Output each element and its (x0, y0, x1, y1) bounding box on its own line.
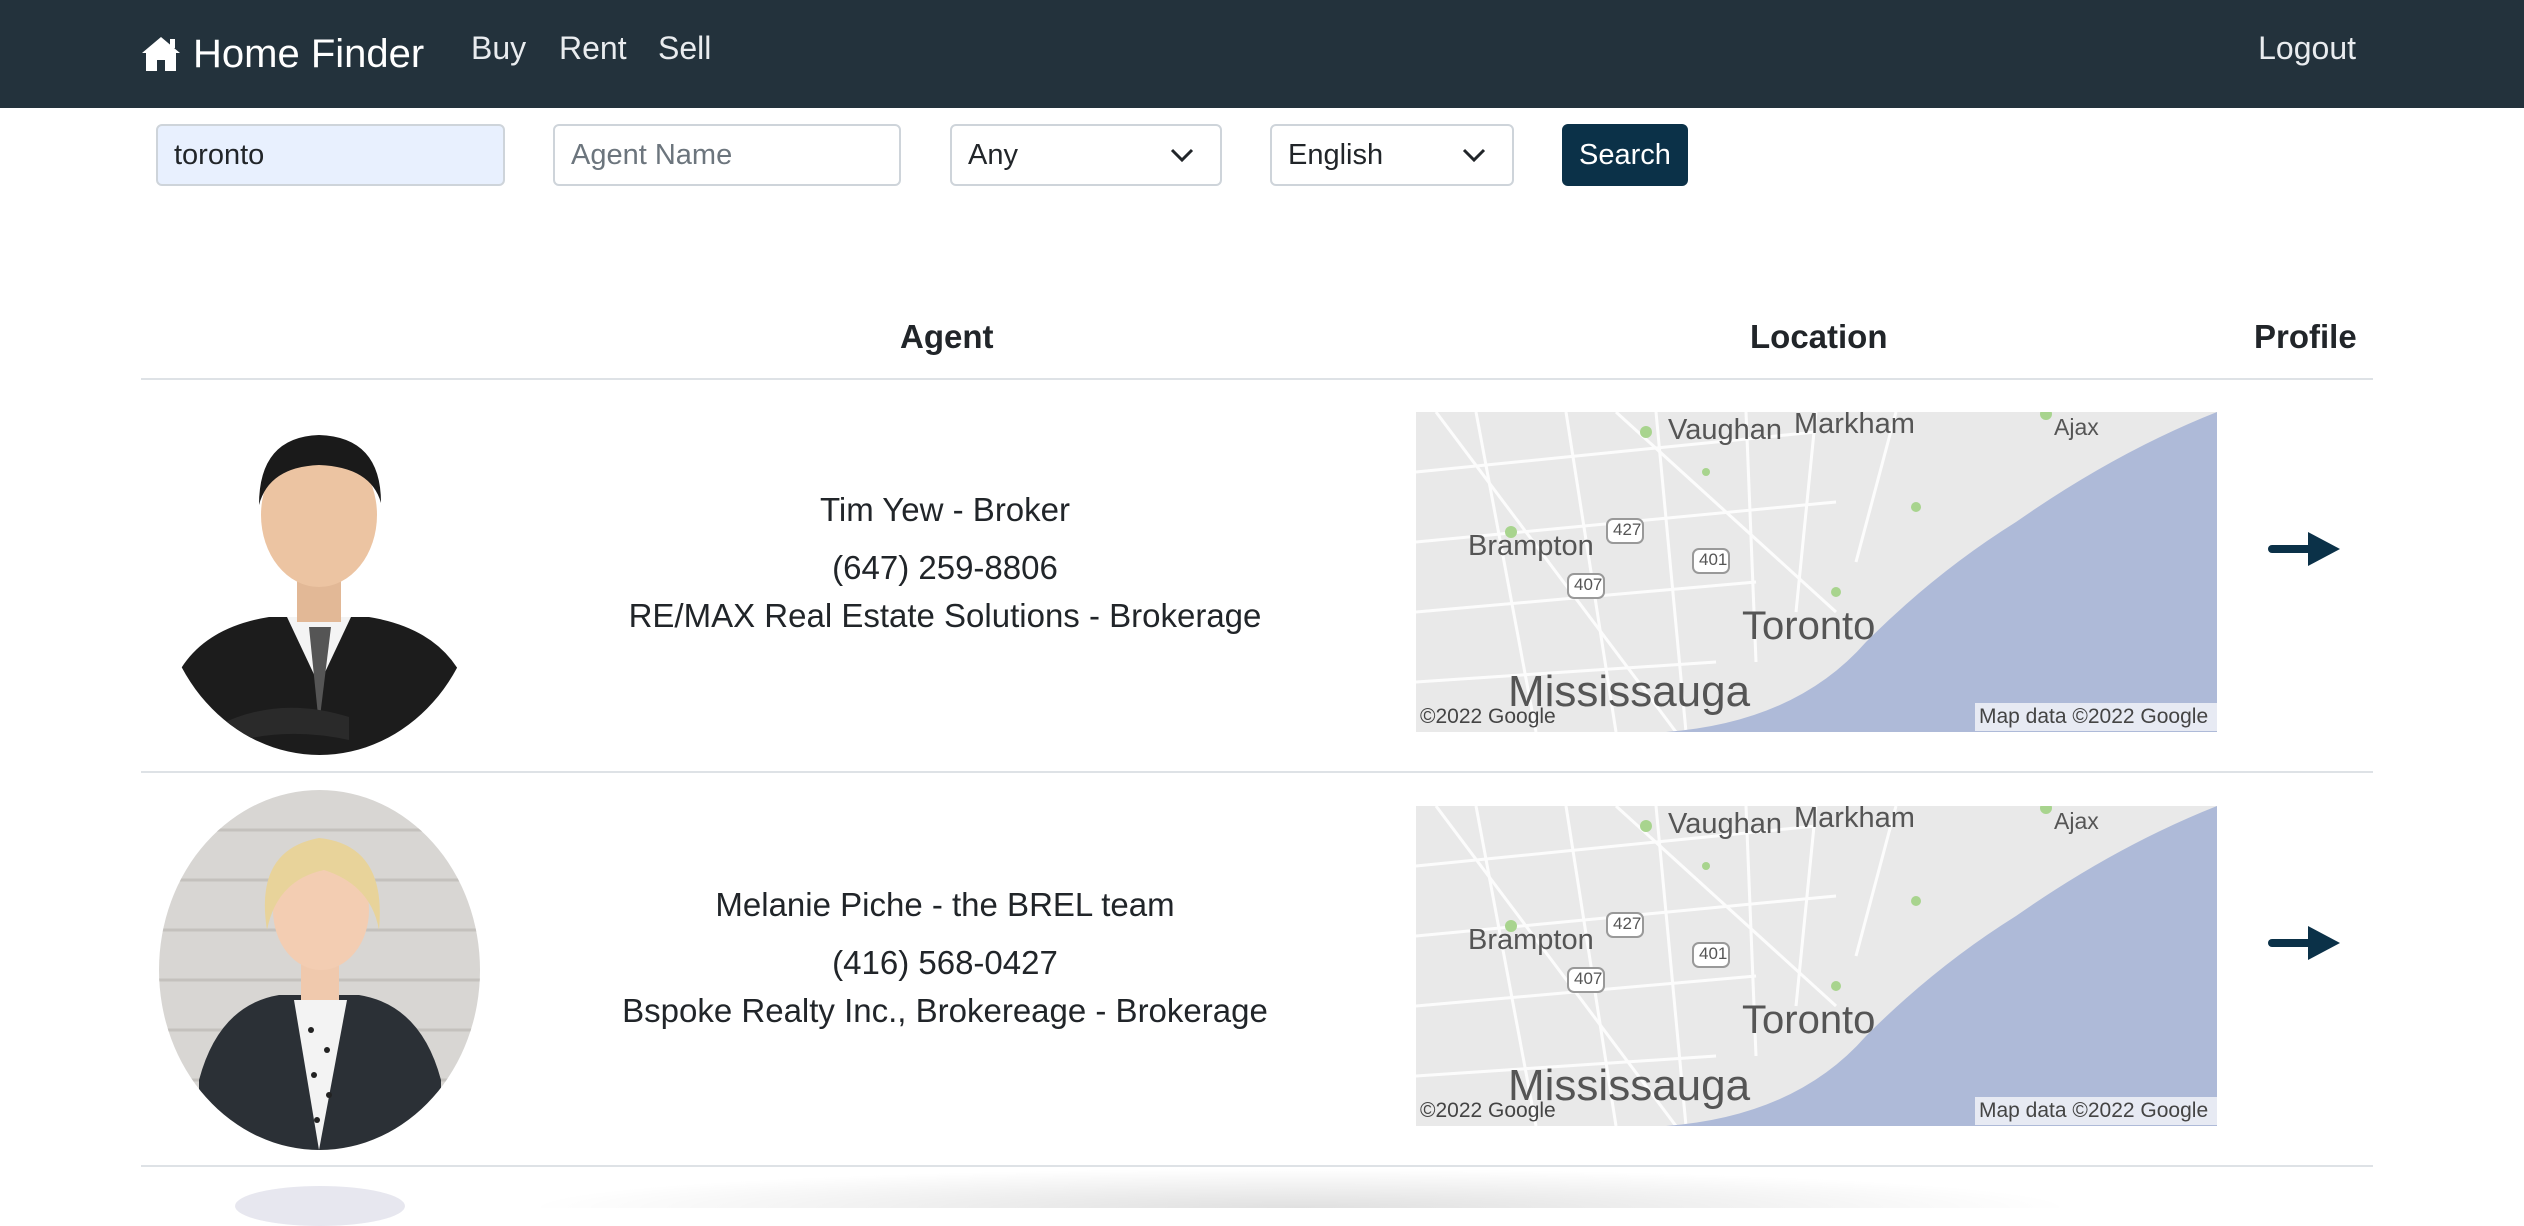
row-divider (141, 1165, 2373, 1167)
map-data-credit: Map data ©2022 Google (1975, 703, 2217, 731)
arrow-right-icon[interactable] (2268, 530, 2342, 568)
map-label-ajax: Ajax (2054, 414, 2099, 440)
search-button[interactable]: Search (1562, 124, 1688, 186)
agent-info: Melanie Piche - the BREL team (416) 568-… (560, 885, 1330, 1031)
bottom-shadow (520, 1168, 2080, 1208)
agent-info: Tim Yew - Broker (647) 259-8806 RE/MAX R… (560, 490, 1330, 636)
map-label-ajax: Ajax (2054, 808, 2099, 834)
agent-phone: (416) 568-0427 (832, 944, 1058, 981)
header-profile: Profile (2254, 318, 2357, 355)
nav-sell[interactable]: Sell (658, 30, 711, 67)
header-divider (141, 378, 2373, 380)
map-copyright: ©2022 Google (1420, 1099, 1556, 1122)
agent-name-input[interactable] (553, 124, 901, 186)
map-label-brampton: Brampton (1468, 530, 1594, 562)
navbar: Home Finder Buy Rent Sell Logout (0, 0, 2524, 108)
map-label-vaughan: Vaughan (1668, 414, 1782, 446)
highway-shield: 407 (1574, 575, 1603, 594)
highway-shield: 407 (1574, 969, 1603, 988)
brand-link[interactable]: Home Finder (140, 28, 424, 80)
home-icon (142, 37, 180, 71)
agent-office: Bspoke Realty Inc., Brokereage - Brokera… (622, 992, 1268, 1029)
location-map[interactable]: Vaughan Markham Ajax Brampton Toronto Mi… (1416, 806, 2217, 1126)
filter-select[interactable]: Any (950, 124, 1222, 186)
header-location: Location (1750, 318, 1888, 355)
nav-buy[interactable]: Buy (471, 30, 526, 67)
chevron-down-icon (1462, 148, 1486, 163)
avatar (235, 1186, 405, 1226)
map-label-brampton: Brampton (1468, 924, 1594, 956)
agent-name: Tim Yew - Broker (819, 491, 1070, 528)
map-label-markham: Markham (1794, 412, 1915, 440)
nav-rent[interactable]: Rent (559, 30, 627, 67)
highway-shield: 401 (1699, 550, 1728, 569)
location-map[interactable]: Vaughan Markham Ajax Brampton Toronto Mi… (1416, 412, 2217, 732)
avatar (159, 790, 480, 1150)
highway-shield: 427 (1613, 520, 1642, 539)
arrow-right-icon[interactable] (2268, 924, 2342, 962)
city-input[interactable] (156, 124, 505, 186)
map-label-toronto: Toronto (1742, 998, 1876, 1042)
row-divider (141, 771, 2373, 773)
chevron-down-icon (1170, 148, 1194, 163)
map-label-markham: Markham (1794, 806, 1915, 834)
avatar (159, 395, 480, 755)
agent-name: Melanie Piche - the BREL team (715, 886, 1175, 923)
language-select[interactable]: English (1270, 124, 1514, 186)
agent-phone: (647) 259-8806 (832, 549, 1058, 586)
agent-office: RE/MAX Real Estate Solutions - Brokerage (628, 597, 1262, 634)
filter-select-value: Any (968, 138, 1018, 171)
map-label-vaughan: Vaughan (1668, 808, 1782, 840)
highway-shield: 427 (1613, 914, 1642, 933)
highway-shield: 401 (1699, 944, 1728, 963)
map-label-toronto: Toronto (1742, 604, 1876, 648)
brand-name: Home Finder (193, 31, 425, 76)
language-select-value: English (1288, 138, 1384, 171)
logout-link[interactable]: Logout (2258, 30, 2356, 67)
header-agent: Agent (900, 318, 994, 355)
map-copyright: ©2022 Google (1420, 705, 1556, 728)
map-data-credit: Map data ©2022 Google (1975, 1097, 2217, 1125)
